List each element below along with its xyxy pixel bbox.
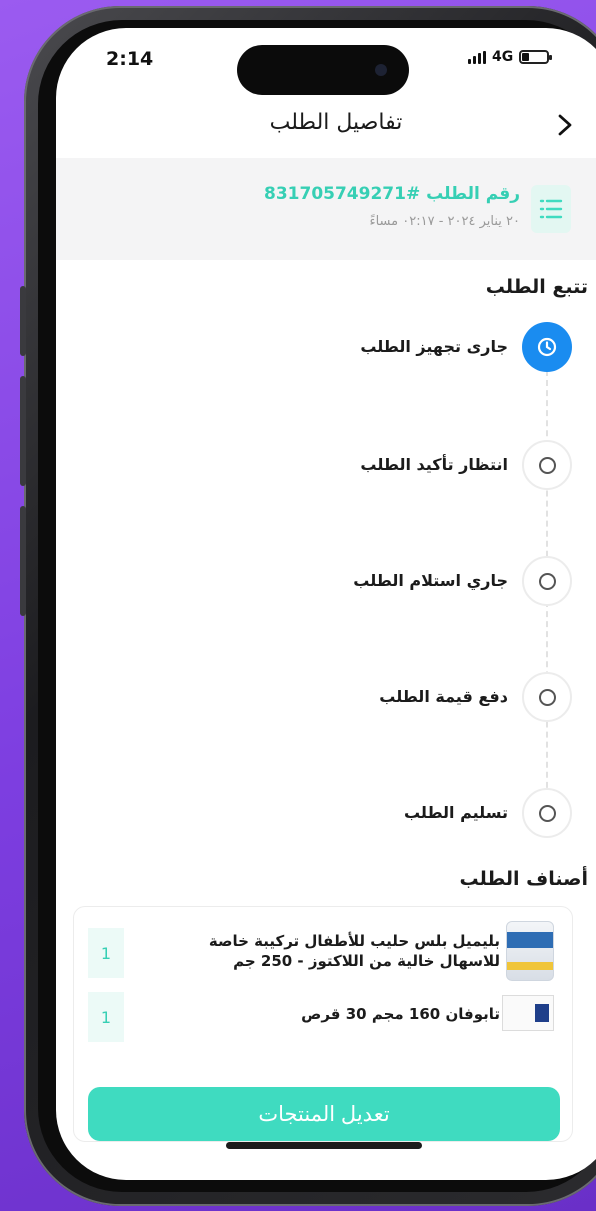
page-title: تفاصيل الطلب [269, 110, 403, 135]
mute-switch [20, 286, 26, 356]
circle-icon [538, 804, 556, 822]
step-icon-delivery [522, 788, 572, 838]
step-icon-pickup [522, 556, 572, 606]
circle-icon [538, 688, 556, 706]
volume-up-button [20, 376, 26, 486]
product-image-milk [506, 921, 554, 981]
camera-icon [375, 64, 387, 76]
item-name: بليميل بلس حليب للأطفال تركيبة خاصة للاس… [208, 932, 500, 970]
order-date: ٢٠ يناير ٢٠٢٤ - ٠٢:١٧ مساءً [369, 214, 520, 229]
item-quantity: 1 [88, 992, 124, 1042]
clock-icon [537, 337, 557, 357]
signal-icon [468, 50, 486, 64]
step-icon-preparing [522, 322, 572, 372]
battery-icon [519, 50, 553, 64]
step-label-preparing: جارى تجهيز الطلب [360, 337, 508, 356]
step-label-payment: دفع قيمة الطلب [379, 687, 508, 706]
edit-products-button[interactable]: تعديل المنتجات [88, 1087, 560, 1141]
order-summary: رقم الطلب #831705749271 ٢٠ يناير ٢٠٢٤ - … [56, 158, 596, 260]
status-time: 2:14 [106, 48, 154, 70]
items-card: بليميل بلس حليب للأطفال تركيبة خاصة للاس… [73, 906, 573, 1142]
step-icon-payment [522, 672, 572, 722]
list-icon [531, 185, 571, 233]
back-button[interactable] [550, 108, 580, 142]
step-label-confirm: انتظار تأكيد الطلب [360, 455, 508, 474]
chevron-right-icon [558, 114, 572, 136]
app-screen: 2:14 4G تفاصيل الطلب رقم الطلب #83170574… [56, 28, 596, 1180]
dynamic-island [237, 45, 409, 95]
volume-down-button [20, 506, 26, 616]
home-indicator[interactable] [226, 1142, 422, 1149]
step-label-pickup: جاري استلام الطلب [353, 571, 508, 590]
item-name: تابوفان 160 مجم 30 قرص [301, 1005, 500, 1023]
step-label-delivery: تسليم الطلب [403, 803, 508, 822]
tracking-title: تتبع الطلب [485, 276, 588, 298]
circle-icon [538, 572, 556, 590]
order-number: رقم الطلب #831705749271 [264, 184, 520, 204]
step-icon-confirm [522, 440, 572, 490]
status-indicators: 4G [468, 49, 553, 65]
product-image-medicine [502, 995, 554, 1031]
circle-icon [538, 456, 556, 474]
items-title: أصناف الطلب [459, 868, 588, 890]
item-quantity: 1 [88, 928, 124, 978]
network-label: 4G [492, 49, 514, 65]
